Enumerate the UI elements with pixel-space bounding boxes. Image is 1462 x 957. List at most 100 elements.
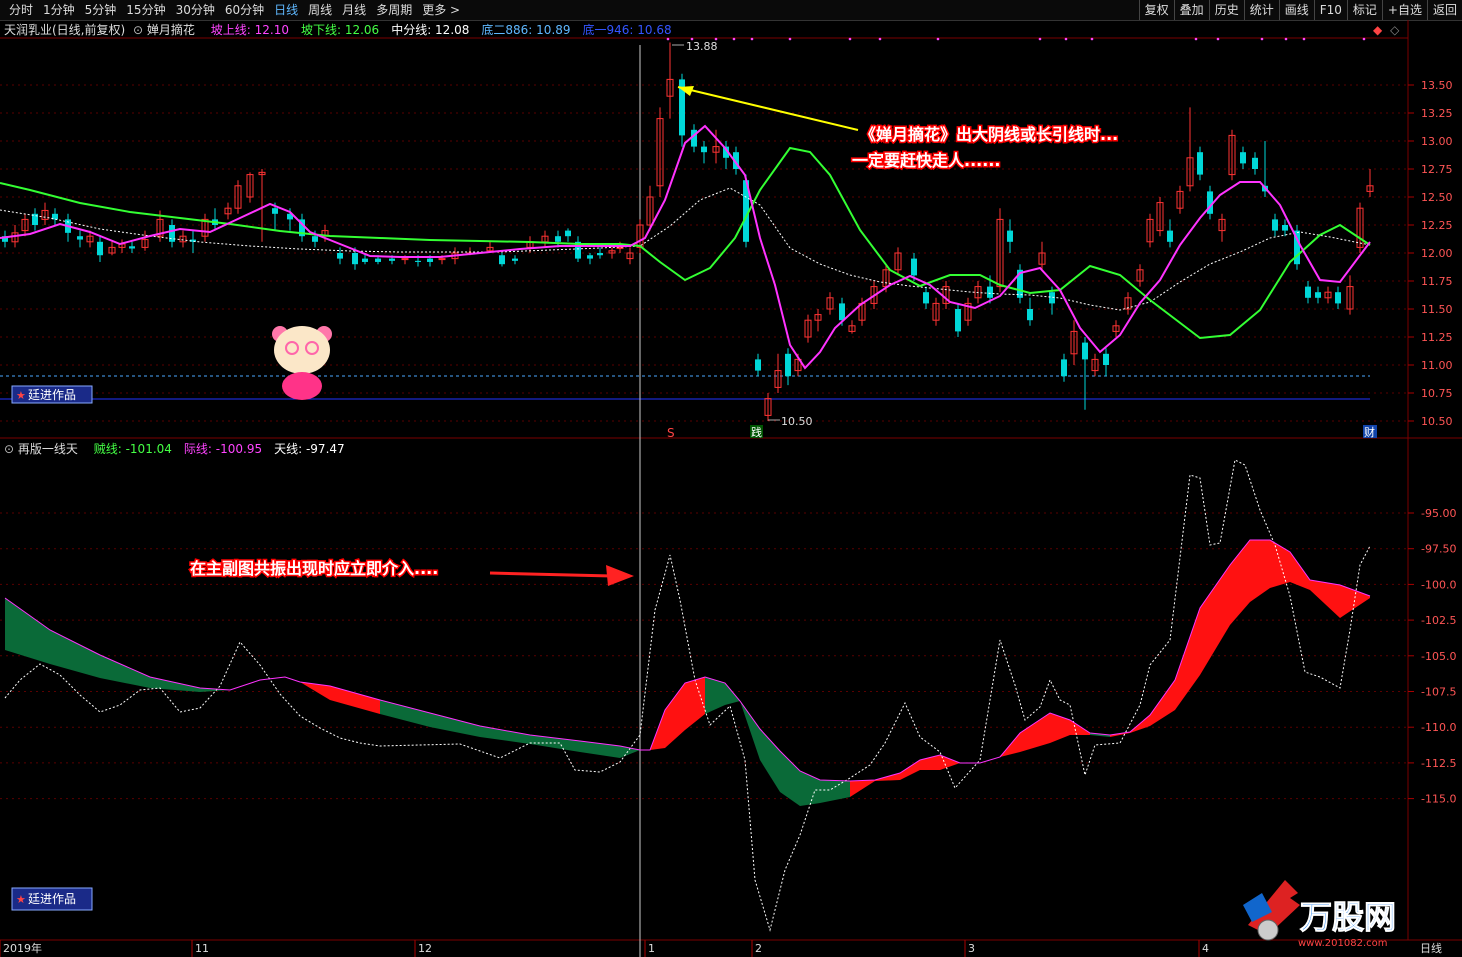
candle-body [389,258,395,261]
date-label: 1 [648,942,655,955]
band-red-segment [1290,552,1310,590]
date-label: 4 [1202,942,1209,955]
sub-annotation-text: 在主副图共振出现时应立即介入.... [190,559,438,578]
candle-body [1252,157,1258,169]
candle-body [1027,309,1033,321]
band-red-segment [1250,540,1270,602]
annotation-text-1: 《婵月摘花》出大阴线或长引线时... [860,125,1118,144]
author-badge-main-text: 廷进作品 [28,388,76,402]
band-green-segment [780,751,800,806]
candle-body [839,303,845,321]
band-green-segment [50,630,100,678]
sub-axis-label: -112.5 [1421,757,1456,770]
band-red-segment [1200,565,1230,675]
price-axis-label: 12.00 [1421,247,1453,260]
watermark-logo: 万股网 www.201082.com [1243,880,1397,949]
watermark-url: www.201082.com [1298,938,1388,949]
band-red-segment [330,686,380,714]
signal-dot [1284,37,1288,41]
candle-body [587,255,593,259]
band-red-segment [900,760,920,780]
candle-body [438,258,446,261]
sub-annotation-arrow-head [606,565,634,586]
price-axis-label: 12.25 [1421,219,1453,232]
annotation-text-2: 一定要赶快走人...... [852,151,1000,170]
candle-body [1082,342,1088,360]
price-axis-label: 13.25 [1421,107,1453,120]
signal-dot [666,37,670,41]
candle-body [77,236,83,240]
finance-marker: 财 [1364,425,1375,439]
candle-body [911,258,917,276]
band-green-segment [760,729,780,792]
sub-axis-label: -105.0 [1421,650,1456,663]
author-badge-sub-text: 廷进作品 [28,892,76,906]
sub-axis-label: -107.5 [1421,686,1456,699]
signal-dot [1064,37,1068,41]
band-green-segment [5,598,50,664]
band-green-segment [740,701,760,760]
signal-dot [1260,37,1264,41]
price-axis-label: 10.75 [1421,387,1453,400]
candle-body [352,253,358,265]
candle-body [401,258,409,261]
band-green-segment [820,780,850,803]
candle-body [987,286,993,298]
sub-axis-label: -95.00 [1421,507,1456,520]
low-price-label: 10.50 [781,415,813,428]
price-axis-label: 11.75 [1421,275,1453,288]
band-green-segment [480,726,530,744]
price-axis-label: 13.50 [1421,79,1453,92]
price-axis-label: 11.25 [1421,331,1453,344]
candle-body [1007,230,1013,242]
candle-body [1282,225,1288,231]
slope-up-line [0,124,1371,370]
badge-star-icon: ★ [16,893,26,906]
signal-dot [1090,37,1094,41]
signal-dot [1038,37,1042,41]
candle-body [1240,152,1246,164]
sell-marker: S [667,426,675,440]
candle-body [1197,152,1203,175]
band-red-segment [1340,585,1370,618]
chart-canvas[interactable]: 13.50 13.25 13.00 12.75 12.50 12.25 12.00 11.75… [0,0,1462,957]
candle-body [923,292,929,304]
badge-star-icon: ★ [16,389,26,402]
sub-axis-label: -115.0 [1421,793,1456,806]
signal-dot [750,37,754,41]
band-green-segment [100,655,150,688]
band-red-segment [940,755,960,770]
band-red-segment [1310,580,1340,618]
candle-body [97,241,103,256]
sub-axis-label: -97.50 [1421,543,1456,556]
candle-body [1335,292,1341,304]
signal-dot [936,37,940,41]
band-green-segment [430,713,480,737]
date-label: 12 [418,942,432,955]
candle-body [1305,286,1311,298]
signal-dot [1362,37,1366,41]
candle-body [1272,219,1278,231]
signal-dot [1302,37,1306,41]
candle-body [427,258,433,262]
date-axis: 2019年 11 12 1 2 3 4 [0,940,1209,957]
annotation-arrow-line [677,86,859,131]
price-axis-label: 11.00 [1421,359,1453,372]
band-red-segment [300,682,330,700]
candle-body [362,258,368,262]
band-red-segment [1270,540,1290,588]
candle-body [555,236,561,242]
price-axis-labels: 13.50 13.25 13.00 12.75 12.50 12.25 12.00 11.75… [1421,79,1453,428]
date-label: 2019年 [3,941,42,955]
sub-band-fill [5,540,1370,806]
high-price-label: 13.88 [686,40,718,53]
period-label: 日线 [1420,941,1442,955]
price-axis-label: 12.75 [1421,163,1453,176]
price-axis-label: 10.50 [1421,415,1453,428]
candle-body [1103,353,1109,365]
candle-body [755,359,761,371]
buy-marker: 践 [751,425,762,439]
sub-axis-label: -100.0 [1421,578,1456,591]
date-label: 2 [755,942,762,955]
sub-axis-label: -102.5 [1421,614,1456,627]
